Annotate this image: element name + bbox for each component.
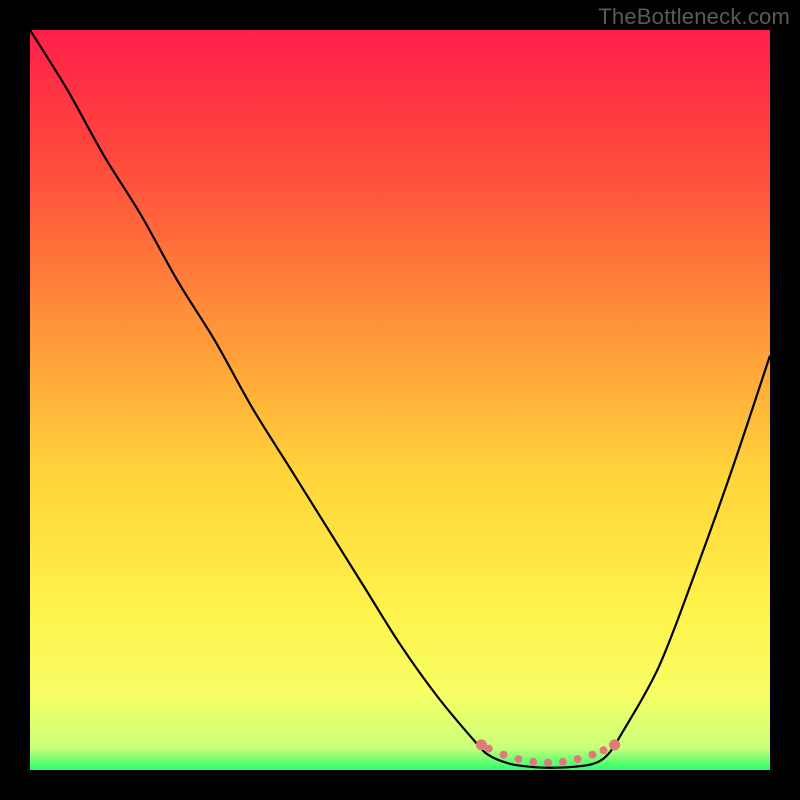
chart-svg bbox=[30, 30, 770, 770]
highlight-dot bbox=[514, 755, 522, 763]
highlight-dot bbox=[588, 751, 596, 759]
highlight-dot bbox=[529, 758, 537, 766]
highlight-dot bbox=[500, 751, 508, 759]
plot-frame bbox=[30, 30, 770, 770]
gradient-background bbox=[30, 30, 770, 770]
highlight-dot bbox=[559, 758, 567, 766]
watermark-text: TheBottleneck.com bbox=[598, 4, 790, 30]
highlight-dot bbox=[574, 755, 582, 763]
highlight-dot bbox=[485, 745, 493, 753]
highlight-dot bbox=[544, 759, 552, 767]
chart-container: TheBottleneck.com bbox=[0, 0, 800, 800]
highlight-dot bbox=[609, 739, 620, 750]
highlight-dot bbox=[600, 746, 608, 754]
